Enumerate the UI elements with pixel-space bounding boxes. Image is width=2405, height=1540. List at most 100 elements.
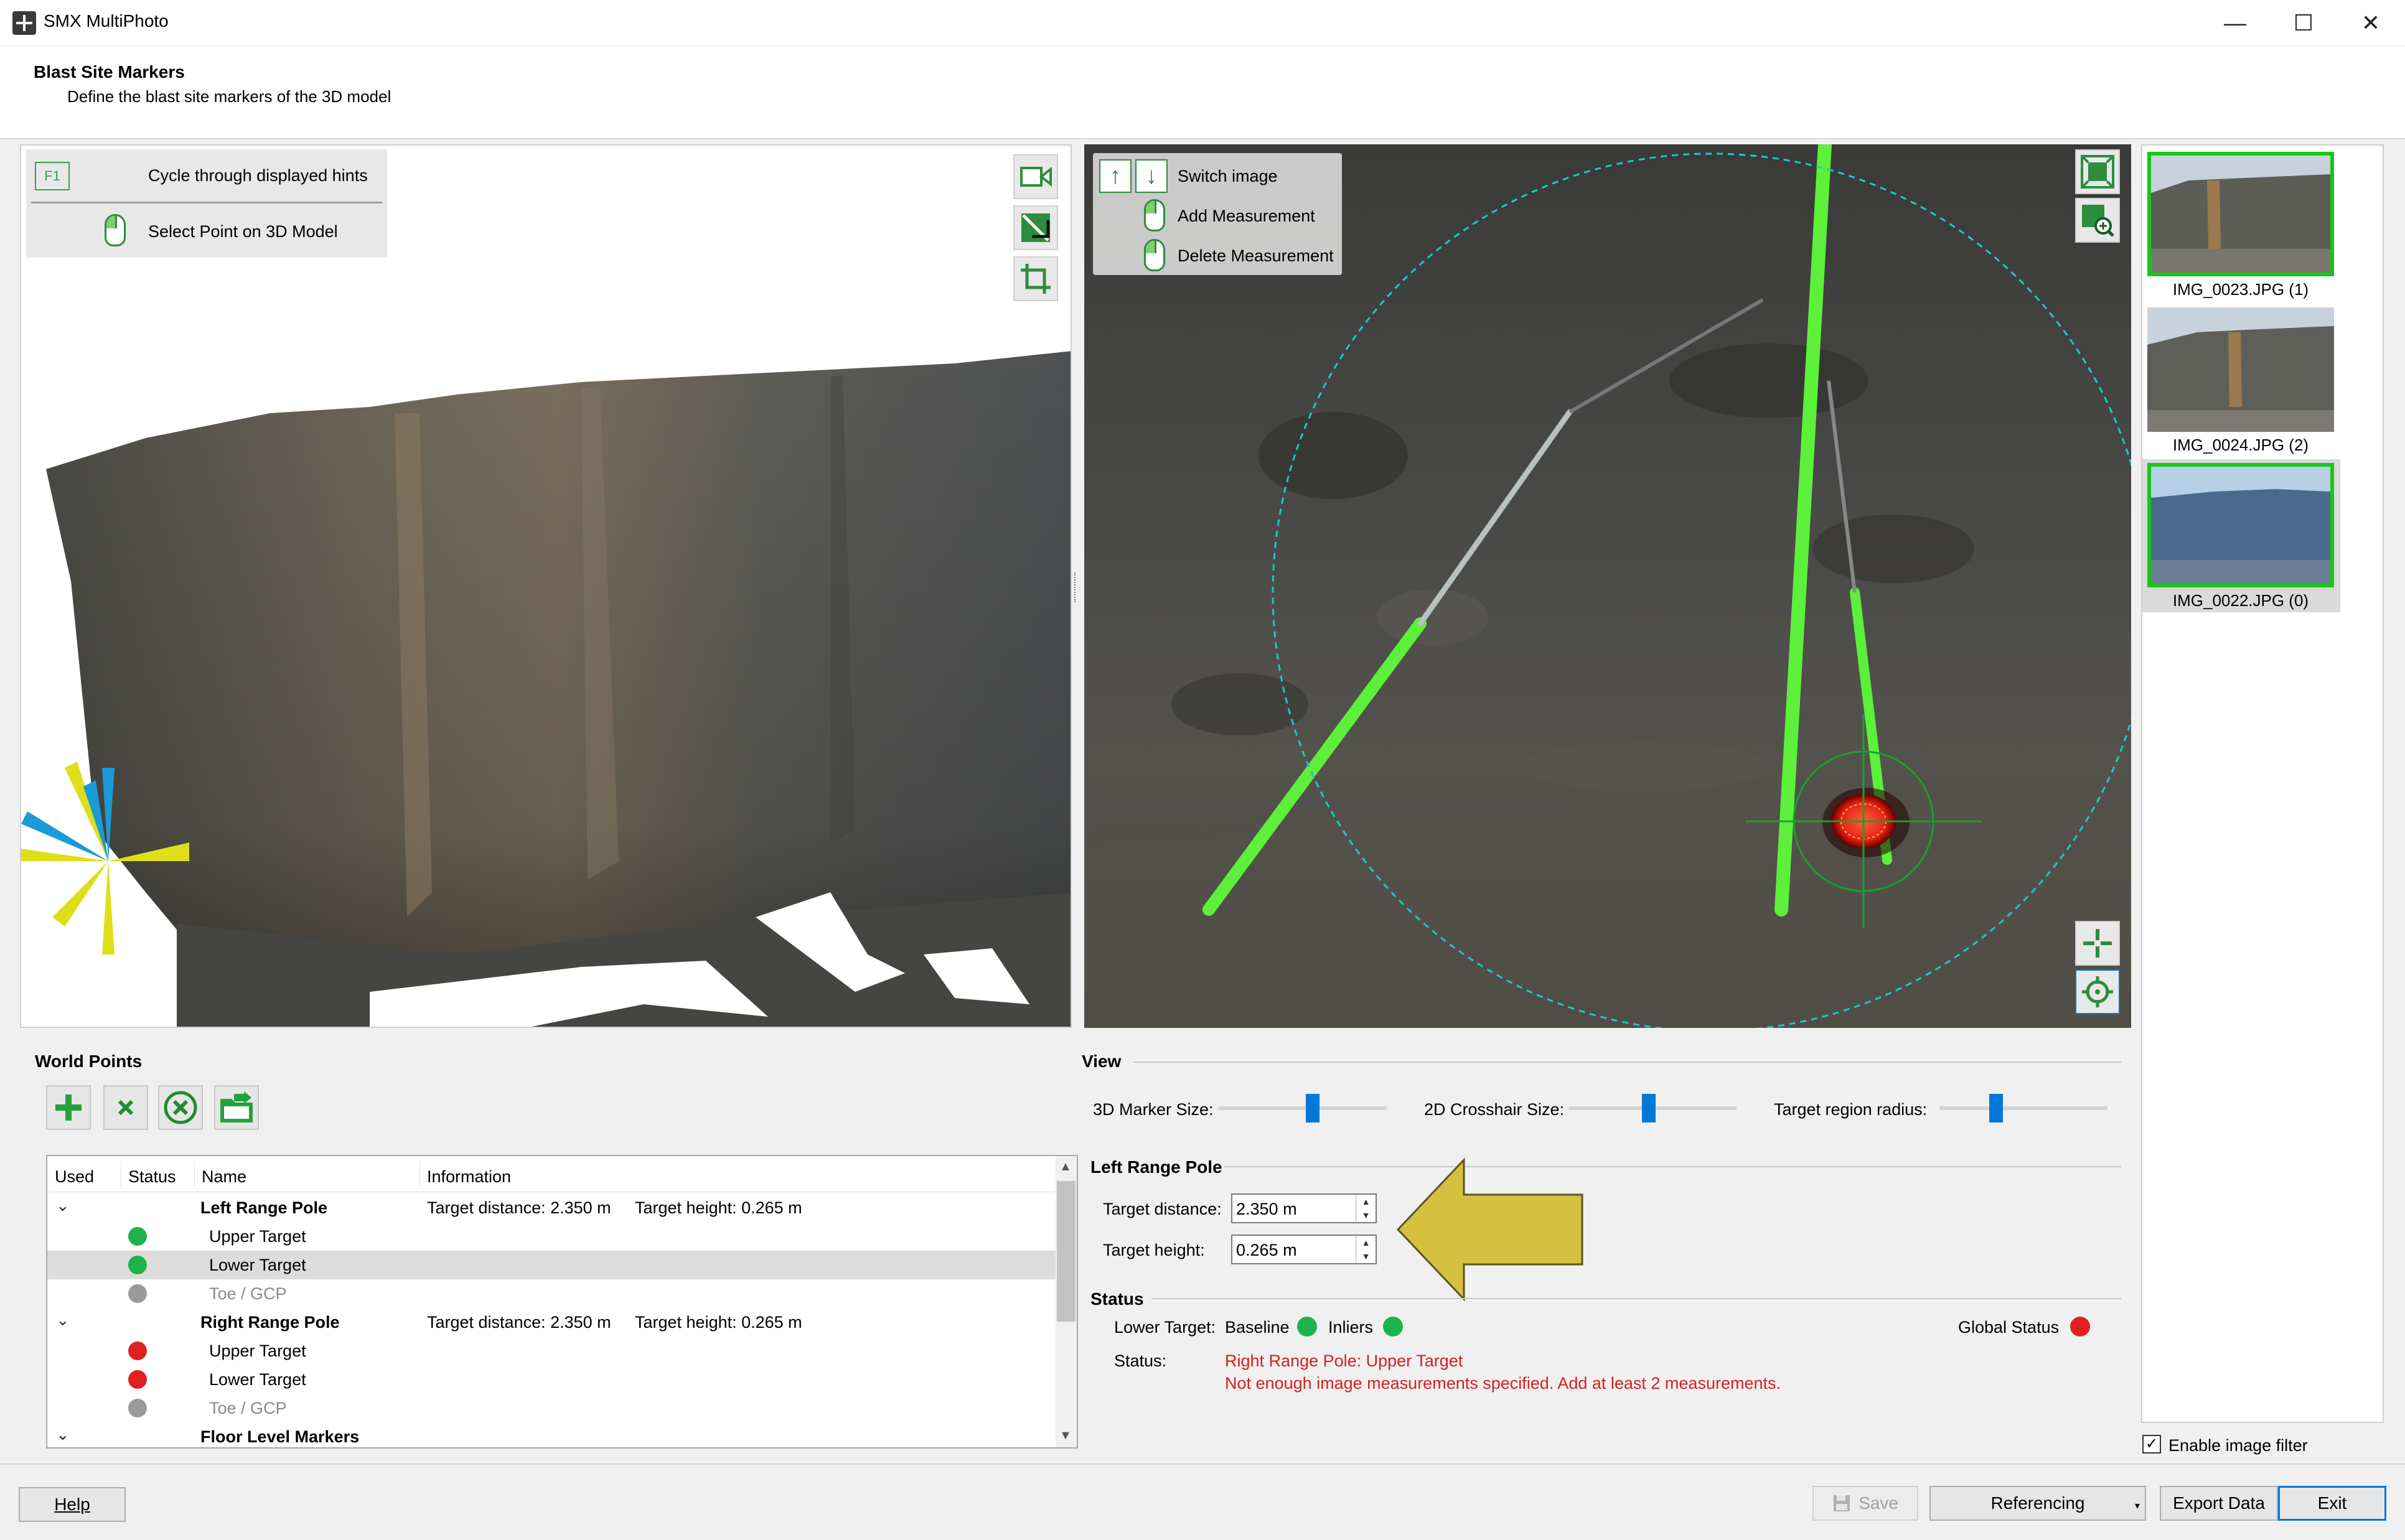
world-points-title: World Points (35, 1052, 143, 1071)
model-3d-view[interactable]: F1 Cycle through displayed hints Select … (20, 144, 1072, 1028)
table-row-group[interactable]: ⌄ Right Range Pole Target distance: 2.35… (47, 1308, 1057, 1337)
view-section-title: View (1082, 1052, 1122, 1071)
fit-view-icon[interactable] (2075, 149, 2120, 194)
row-name: Toe / GCP (209, 1399, 287, 1417)
global-status-dot (2070, 1317, 2090, 1337)
row-info-distance: Target distance: 2.350 m (427, 1313, 611, 1332)
table-row-selected[interactable]: Lower Target (47, 1251, 1057, 1279)
hint-delete-measurement: Delete Measurement (1178, 246, 1334, 265)
column-information[interactable]: Information (427, 1167, 511, 1187)
target-height-input[interactable]: 0.265 m ▲ ▼ (1231, 1234, 1377, 1264)
row-info-height: Target height: 0.265 m (635, 1198, 802, 1217)
referencing-button[interactable]: Referencing ▾ (1929, 1486, 2146, 1521)
close-button[interactable]: ✕ (2337, 0, 2405, 46)
status-dot-red (128, 1342, 147, 1360)
marker-size-label: 3D Marker Size: (1093, 1100, 1214, 1119)
camera-icon[interactable] (1013, 154, 1058, 199)
crop-icon[interactable] (1013, 256, 1058, 301)
column-status[interactable]: Status (128, 1167, 176, 1187)
thumbnail-img-0023[interactable] (2147, 152, 2334, 276)
scroll-up-icon[interactable]: ▲ (1059, 1160, 1072, 1174)
annotation-arrow (1396, 1157, 1583, 1302)
clip-icon[interactable] (1013, 205, 1058, 250)
enable-image-filter-checkbox[interactable]: ✓ (2142, 1435, 2161, 1454)
status-dot-gray (128, 1284, 147, 1303)
pole-section-title: Left Range Pole (1090, 1157, 1222, 1177)
model-3d-render[interactable] (21, 146, 1072, 1028)
table-row[interactable]: Lower Target (47, 1365, 1057, 1394)
splitter-handle[interactable] (1074, 572, 1078, 602)
enable-image-filter-label: Enable image filter (2168, 1436, 2308, 1455)
hint-cycle: Cycle through displayed hints (148, 166, 368, 185)
thumbnail-img-0022[interactable] (2147, 463, 2334, 587)
row-name: Upper Target (209, 1227, 306, 1246)
crosshair-size-slider-thumb[interactable] (1642, 1094, 1656, 1122)
status-dot-gray (128, 1399, 147, 1417)
page-subtitle: Define the blast site markers of the 3D … (67, 87, 391, 106)
chevron-down-icon[interactable]: ⌄ (56, 1196, 70, 1215)
row-name: Right Range Pole (200, 1313, 340, 1332)
row-name: Toe / GCP (209, 1284, 287, 1303)
table-row[interactable]: Toe / GCP (47, 1394, 1057, 1422)
target-height-label: Target height: (1103, 1241, 1205, 1259)
clear-icon[interactable] (158, 1085, 203, 1130)
photo-render[interactable] (1084, 144, 2131, 1028)
target-radius-slider[interactable] (1939, 1106, 2107, 1110)
world-points-table[interactable]: Used Status Name Information ⌄ Left Rang… (46, 1155, 1078, 1449)
chevron-down-icon[interactable]: ⌄ (56, 1310, 70, 1330)
hint-select-point: Select Point on 3D Model (148, 222, 338, 241)
status-dot-red (128, 1370, 147, 1389)
export-data-button[interactable]: Export Data (2160, 1486, 2278, 1521)
target-radius-slider-thumb[interactable] (1989, 1094, 2003, 1122)
scrollbar-thumb[interactable] (1057, 1181, 1076, 1322)
scroll-down-icon[interactable]: ▼ (1059, 1429, 1072, 1443)
row-name: Lower Target (209, 1256, 306, 1274)
marker-size-slider[interactable] (1219, 1106, 1387, 1110)
marker-size-slider-thumb[interactable] (1306, 1094, 1320, 1122)
thumbnail-panel: IMG_0023.JPG (1) IMG_0024.JPG (2) IMG_00… (2141, 144, 2384, 1423)
help-button[interactable]: Help (19, 1487, 126, 1522)
table-row[interactable]: Upper Target (47, 1337, 1057, 1365)
lower-target-label: Lower Target: (1114, 1318, 1216, 1337)
add-icon[interactable] (46, 1085, 91, 1130)
spin-buttons[interactable]: ▲ ▼ (1356, 1195, 1376, 1222)
row-name: Left Range Pole (200, 1198, 328, 1217)
maximize-button[interactable]: ☐ (2269, 0, 2338, 46)
status-message-line2: Not enough image measurements specified.… (1225, 1374, 1781, 1393)
remove-icon[interactable] (103, 1085, 148, 1130)
scrollbar[interactable]: ▲ ▼ (1056, 1156, 1077, 1447)
image-view[interactable]: ↑ ↓ Switch image Add Measurement Delete … (1084, 144, 2131, 1028)
table-row[interactable]: Upper Target (47, 1222, 1057, 1251)
table-row[interactable]: Toe / GCP (47, 1279, 1057, 1308)
window-title: SMX MultiPhoto (44, 11, 169, 30)
row-name: Lower Target (209, 1370, 306, 1389)
chevron-down-icon[interactable]: ⌄ (56, 1425, 70, 1444)
zoom-region-icon[interactable] (2075, 198, 2120, 243)
import-icon[interactable] (214, 1085, 259, 1130)
hints-overlay-image: ↑ ↓ Switch image Add Measurement Delete … (1093, 153, 1342, 275)
row-info-distance: Target distance: 2.350 m (427, 1198, 611, 1217)
status-label: Status: (1114, 1351, 1167, 1370)
thumbnail-label: IMG_0024.JPG (2) (2172, 436, 2309, 454)
baseline-status-dot (1297, 1317, 1317, 1337)
minimize-button[interactable]: — (2201, 0, 2269, 46)
table-row-group[interactable]: ⌄ Left Range Pole Target distance: 2.350… (47, 1193, 1057, 1222)
center-target-icon[interactable] (2075, 969, 2120, 1014)
mouse-right-click-icon (1144, 239, 1165, 271)
arrow-down-key-icon: ↓ (1135, 159, 1168, 193)
title-bar: SMX MultiPhoto — ☐ ✕ (0, 0, 2405, 46)
save-button[interactable]: Save (1812, 1486, 1918, 1521)
table-row-group[interactable]: ⌄ Floor Level Markers (47, 1422, 1057, 1447)
thumbnail-label: IMG_0022.JPG (0) (2172, 591, 2309, 610)
column-used[interactable]: Used (55, 1167, 94, 1187)
crosshair-icon[interactable] (2075, 921, 2120, 966)
thumbnail-img-0024[interactable] (2147, 307, 2334, 432)
arrow-up-key-icon: ↑ (1099, 159, 1132, 193)
column-name[interactable]: Name (202, 1167, 246, 1187)
dropdown-arrow-icon: ▾ (2134, 1501, 2140, 1511)
exit-button[interactable]: Exit (2278, 1486, 2386, 1521)
f1-key-icon: F1 (35, 162, 70, 190)
status-message-line1: Right Range Pole: Upper Target (1225, 1351, 1463, 1370)
target-distance-input[interactable]: 2.350 m ▲ ▼ (1231, 1193, 1377, 1223)
spin-buttons[interactable]: ▲ ▼ (1356, 1236, 1376, 1263)
